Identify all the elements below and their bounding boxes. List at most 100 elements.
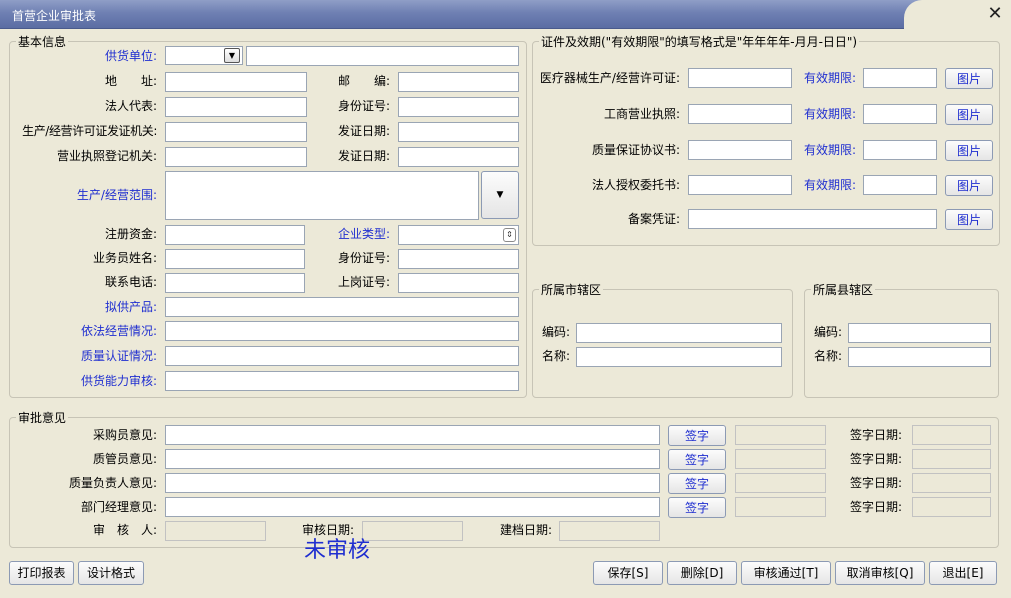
- product-input[interactable]: [165, 297, 519, 317]
- purchaser-opinion-input[interactable]: [165, 425, 660, 445]
- postcode-input[interactable]: [398, 72, 519, 92]
- supplier-code-input[interactable]: ▼: [165, 46, 243, 65]
- salesman-id-label: 身份证号:: [337, 251, 390, 265]
- company-type-select[interactable]: ⇕: [398, 225, 519, 245]
- record-cert-image-button[interactable]: 图片: [945, 209, 993, 230]
- biz-license-authority-label: 营业执照登记机关:: [56, 149, 157, 163]
- archive-date-label: 建档日期:: [499, 523, 552, 537]
- supplier-dropdown-button[interactable]: ▼: [224, 48, 240, 63]
- exit-button[interactable]: 退出[E]: [929, 561, 997, 585]
- post-cert-input[interactable]: [398, 273, 519, 293]
- county-district-legend: 所属县辖区: [811, 281, 876, 298]
- cert-image-button-3[interactable]: 图片: [945, 140, 993, 161]
- phone-label: 联系电话:: [104, 275, 157, 289]
- post-cert-label: 上岗证号:: [337, 275, 390, 289]
- county-code-label: 编码:: [813, 325, 842, 339]
- address-label: 地 址:: [104, 74, 157, 88]
- supply-capacity-label: 供货能力审核:: [80, 374, 157, 388]
- cert-number-input-1[interactable]: [688, 68, 792, 88]
- supplier-name-input[interactable]: [246, 46, 519, 66]
- issue-date-input-2[interactable]: [398, 147, 519, 167]
- review-date-field: [362, 521, 463, 541]
- record-cert-input[interactable]: [688, 209, 937, 229]
- capital-label: 注册资金:: [104, 227, 157, 241]
- cert-validity-input-3[interactable]: [863, 140, 937, 160]
- id-number-label: 身份证号:: [337, 99, 390, 113]
- qa-sign-date-field: [912, 449, 991, 469]
- qa-sign-button[interactable]: 签字: [668, 449, 726, 470]
- county-district-group: 所属县辖区: [804, 281, 999, 398]
- purchaser-signer-field: [735, 425, 826, 445]
- license-authority-input[interactable]: [165, 122, 307, 142]
- address-input[interactable]: [165, 72, 307, 92]
- salesman-id-input[interactable]: [398, 249, 519, 269]
- chevron-updown-icon[interactable]: ⇕: [503, 228, 516, 242]
- reviewer-label: 审 核 人:: [92, 523, 157, 537]
- qa-opinion-input[interactable]: [165, 449, 660, 469]
- quality-head-sign-date-label: 签字日期:: [849, 476, 902, 490]
- manager-sign-date-label: 签字日期:: [849, 500, 902, 514]
- scope-label: 生产/经营范围:: [76, 188, 157, 202]
- issue-date-input[interactable]: [398, 122, 519, 142]
- approve-button[interactable]: 审核通过[T]: [741, 561, 831, 585]
- purchaser-sign-button[interactable]: 签字: [668, 425, 726, 446]
- purchaser-sign-date-label: 签字日期:: [849, 428, 902, 442]
- issue-date-label-2: 发证日期:: [337, 149, 390, 163]
- supply-capacity-input[interactable]: [165, 371, 519, 391]
- county-name-input[interactable]: [848, 347, 991, 367]
- cert-validity-input-4[interactable]: [863, 175, 937, 195]
- quality-head-sign-button[interactable]: 签字: [668, 473, 726, 494]
- manager-opinion-input[interactable]: [165, 497, 660, 517]
- supplier-label: 供货单位:: [104, 49, 157, 63]
- quality-cert-label: 质量认证情况:: [80, 349, 157, 363]
- delete-button[interactable]: 删除[D]: [667, 561, 737, 585]
- city-name-input[interactable]: [576, 347, 782, 367]
- city-district-legend: 所属市辖区: [539, 281, 604, 298]
- city-code-input[interactable]: [576, 323, 782, 343]
- legal-operation-label: 依法经营情况:: [80, 324, 157, 338]
- cert-label-2: 工商营业执照:: [603, 107, 680, 121]
- capital-input[interactable]: [165, 225, 305, 245]
- county-code-input[interactable]: [848, 323, 991, 343]
- company-type-label: 企业类型:: [337, 227, 390, 241]
- cert-image-button-1[interactable]: 图片: [945, 68, 993, 89]
- issue-date-label: 发证日期:: [337, 124, 390, 138]
- quality-head-opinion-input[interactable]: [165, 473, 660, 493]
- quality-head-signer-field: [735, 473, 826, 493]
- cert-validity-input-1[interactable]: [863, 68, 937, 88]
- manager-signer-field: [735, 497, 826, 517]
- cert-number-input-3[interactable]: [688, 140, 792, 160]
- save-button[interactable]: 保存[S]: [593, 561, 663, 585]
- quality-head-opinion-label: 质量负责人意见:: [68, 476, 157, 490]
- city-code-label: 编码:: [541, 325, 570, 339]
- purchaser-sign-date-field: [912, 425, 991, 445]
- record-cert-label: 备案凭证:: [627, 212, 680, 226]
- cert-image-button-2[interactable]: 图片: [945, 104, 993, 125]
- scope-dropdown-button[interactable]: ▼: [481, 171, 519, 219]
- print-report-button[interactable]: 打印报表: [9, 561, 74, 585]
- legal-rep-input[interactable]: [165, 97, 307, 117]
- scope-textarea[interactable]: [165, 171, 479, 220]
- window-title: 首营企业审批表: [12, 9, 97, 23]
- city-district-group: 所属市辖区: [532, 281, 793, 398]
- design-format-button[interactable]: 设计格式: [78, 561, 144, 585]
- legal-rep-label: 法人代表:: [104, 99, 157, 113]
- salesman-name-input[interactable]: [165, 249, 305, 269]
- legal-operation-input[interactable]: [165, 321, 519, 341]
- cert-number-input-2[interactable]: [688, 104, 792, 124]
- cert-validity-label-1: 有效期限:: [803, 71, 856, 85]
- cert-validity-input-2[interactable]: [863, 104, 937, 124]
- quality-cert-input[interactable]: [165, 346, 519, 366]
- cert-label-1: 医疗器械生产/经营许可证:: [539, 71, 680, 85]
- cancel-approval-button[interactable]: 取消审核[Q]: [835, 561, 925, 585]
- phone-input[interactable]: [165, 273, 305, 293]
- qa-signer-field: [735, 449, 826, 469]
- cert-image-button-4[interactable]: 图片: [945, 175, 993, 196]
- biz-license-authority-input[interactable]: [165, 147, 307, 167]
- certificates-legend: 证件及效期("有效期限"的填写格式是"年年年年-月月-日日"): [539, 33, 860, 50]
- cert-number-input-4[interactable]: [688, 175, 792, 195]
- manager-sign-date-field: [912, 497, 991, 517]
- id-number-input[interactable]: [398, 97, 519, 117]
- close-icon[interactable]: ✕: [984, 3, 1006, 25]
- manager-sign-button[interactable]: 签字: [668, 497, 726, 518]
